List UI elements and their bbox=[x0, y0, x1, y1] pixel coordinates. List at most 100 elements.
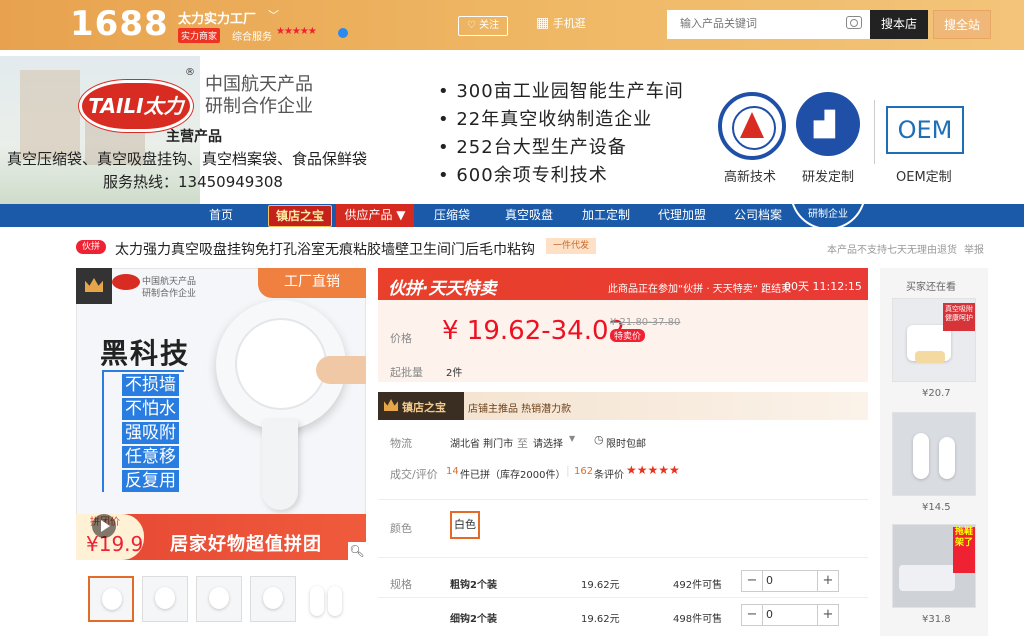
highlight-item: • 300亩工业园智能生产车间 bbox=[438, 81, 684, 102]
finger-image bbox=[316, 356, 366, 384]
qr-icon: ▦ bbox=[536, 15, 550, 31]
brand-logo: TAILI太力 bbox=[82, 83, 190, 129]
special-price-badge: 特卖价 bbox=[610, 329, 646, 342]
report-link[interactable]: 举报 bbox=[964, 241, 984, 256]
service-hotline: 服务热线：13450949308 bbox=[103, 173, 283, 191]
promo-text: 居家好物超值拼团 bbox=[170, 534, 322, 555]
image-headline: 黑科技 bbox=[100, 337, 191, 370]
increment-button[interactable]: + bbox=[817, 605, 838, 625]
rnd-seal-icon bbox=[796, 92, 860, 156]
ship-from: 湖北省 荆门市 bbox=[450, 439, 514, 450]
spec-name: 粗钩2个装 bbox=[450, 580, 497, 591]
image-aerospace-text: 中国航天产品 研制合作企业 bbox=[142, 276, 196, 300]
moq-value: 2件 bbox=[446, 368, 463, 379]
badge-caption: 高新技术 bbox=[724, 170, 777, 185]
thumbnail[interactable] bbox=[142, 576, 188, 622]
aerospace-line2: 研制合作企业 bbox=[205, 96, 313, 117]
review-count[interactable]: 162 bbox=[574, 466, 593, 477]
image-aerospace-line2: 研制合作企业 bbox=[142, 289, 197, 299]
decrement-button[interactable]: − bbox=[742, 571, 763, 591]
group-buy-tag: 伙拼 bbox=[76, 240, 106, 254]
recommended-product[interactable]: 真空吸附 健康呵护 bbox=[892, 298, 976, 382]
color-option-white[interactable]: 白色 bbox=[450, 511, 480, 539]
badge-caption: OEM定制 bbox=[896, 170, 952, 185]
refund-note: 本产品不支持七天无理由退货 bbox=[827, 245, 957, 256]
deal-logo: 伙拼·天天特卖 bbox=[388, 279, 497, 299]
color-label: 颜色 bbox=[390, 522, 412, 535]
spec-price: 19.62元 bbox=[581, 580, 620, 591]
mobile-link[interactable]: ▦ 手机逛 bbox=[536, 15, 586, 31]
service-label: 综合服务 bbox=[232, 32, 272, 43]
verified-icon bbox=[338, 28, 348, 38]
spec-stock: 492件可售 bbox=[673, 580, 723, 591]
service-stars: ★★★★★ bbox=[276, 26, 317, 37]
spec-stock: 498件可售 bbox=[673, 614, 723, 625]
clock-icon: ◷ bbox=[594, 433, 604, 446]
review-text[interactable]: 条评价 bbox=[594, 466, 624, 481]
follow-button[interactable]: ♡ 关注 bbox=[458, 16, 508, 36]
spec-price: 19.62元 bbox=[581, 614, 620, 625]
hightech-seal-icon bbox=[718, 92, 786, 160]
nav-custom[interactable]: 加工定制 bbox=[582, 204, 630, 227]
increment-button[interactable]: + bbox=[817, 571, 838, 591]
crown-icon bbox=[76, 268, 112, 304]
suction-cup-face bbox=[235, 318, 327, 410]
spec-label: 规格 bbox=[390, 578, 412, 591]
price-range: ¥ 19.62-34.02 bbox=[442, 316, 626, 346]
treasure-note: 店铺主推品 热销潜力款 bbox=[468, 404, 572, 415]
dropship-tag: 一件代发 bbox=[546, 238, 596, 254]
thumbnail[interactable] bbox=[196, 576, 242, 622]
chevron-down-icon[interactable]: ﹀ bbox=[268, 7, 279, 23]
rating-stars: ★★★★★ bbox=[626, 463, 680, 477]
quantity-stepper: − 0 + bbox=[741, 570, 839, 592]
deal-note: 此商品正在参加“伙拼 · 天天特卖” 距结束 bbox=[608, 284, 792, 295]
also-viewed-title: 买家还在看 bbox=[906, 282, 956, 293]
aerospace-line1: 中国航天产品 bbox=[205, 74, 313, 95]
thumbnail[interactable] bbox=[250, 576, 296, 622]
destination-select[interactable]: 请选择 bbox=[533, 435, 563, 450]
nav-home[interactable]: 首页 bbox=[209, 204, 233, 227]
search-all-button[interactable]: 搜全站 bbox=[933, 10, 991, 39]
oem-logo: OEM bbox=[886, 106, 964, 154]
registered-mark: ® bbox=[185, 67, 195, 78]
merchant-badge: 实力商家 bbox=[178, 28, 221, 43]
recommended-product[interactable] bbox=[892, 412, 976, 496]
nav-supply[interactable]: 供应产品 ▼ bbox=[336, 204, 414, 227]
nav-company-profile[interactable]: 公司档案 bbox=[734, 204, 782, 227]
site-logo[interactable]: 1688 bbox=[70, 4, 169, 44]
highlight-item: • 22年真空收纳制造企业 bbox=[438, 109, 653, 130]
recommended-product[interactable]: 拖鞋架了 bbox=[892, 524, 976, 608]
divider bbox=[378, 557, 868, 558]
nav-suction-cups[interactable]: 真空吸盘 bbox=[505, 204, 553, 227]
decrement-button[interactable]: − bbox=[742, 605, 763, 625]
quantity-input[interactable]: 0 bbox=[766, 571, 816, 591]
search-shop-button[interactable]: 搜本店 bbox=[870, 10, 928, 39]
divider bbox=[378, 499, 868, 500]
nav-treasure[interactable]: 镇店之宝 bbox=[268, 205, 332, 227]
shop-name[interactable]: 太力实力工厂 bbox=[178, 8, 256, 27]
sold-count: 14 bbox=[446, 466, 459, 477]
promo-label: 真空吸附 健康呵护 bbox=[943, 303, 975, 331]
thumbnail[interactable] bbox=[304, 576, 350, 622]
caret-down-icon[interactable]: ▼ bbox=[569, 434, 575, 443]
feature-item: 不损墙 bbox=[122, 374, 179, 396]
recommended-price: ¥14.5 bbox=[922, 502, 951, 513]
company-highlights: • 300亩工业园智能生产车间 • 22年真空收纳制造企业 • 252台大型生产… bbox=[438, 78, 684, 190]
to-word: 至 bbox=[517, 437, 528, 450]
nav-franchise[interactable]: 代理加盟 bbox=[658, 204, 706, 227]
sales-label: 成交/评价 bbox=[390, 468, 438, 481]
search-input[interactable] bbox=[678, 16, 842, 31]
follow-label: 关注 bbox=[479, 20, 500, 31]
nav-compression-bags[interactable]: 压缩袋 bbox=[434, 204, 470, 227]
divider: | bbox=[566, 464, 570, 477]
thumbnail[interactable] bbox=[88, 576, 134, 622]
recommended-price: ¥20.7 bbox=[922, 388, 951, 399]
brand-logo-small bbox=[112, 274, 140, 290]
divider bbox=[874, 100, 875, 164]
camera-icon[interactable] bbox=[846, 16, 862, 29]
quantity-input[interactable]: 0 bbox=[766, 605, 816, 625]
zoom-icon[interactable]: 🔍︎ bbox=[348, 542, 366, 560]
main-products-list: 真空压缩袋、真空吸盘挂钩、真空档案袋、食品保鲜袋 bbox=[7, 150, 368, 168]
pin-price: ¥19.9 bbox=[86, 532, 144, 556]
play-video-icon[interactable] bbox=[92, 514, 116, 538]
